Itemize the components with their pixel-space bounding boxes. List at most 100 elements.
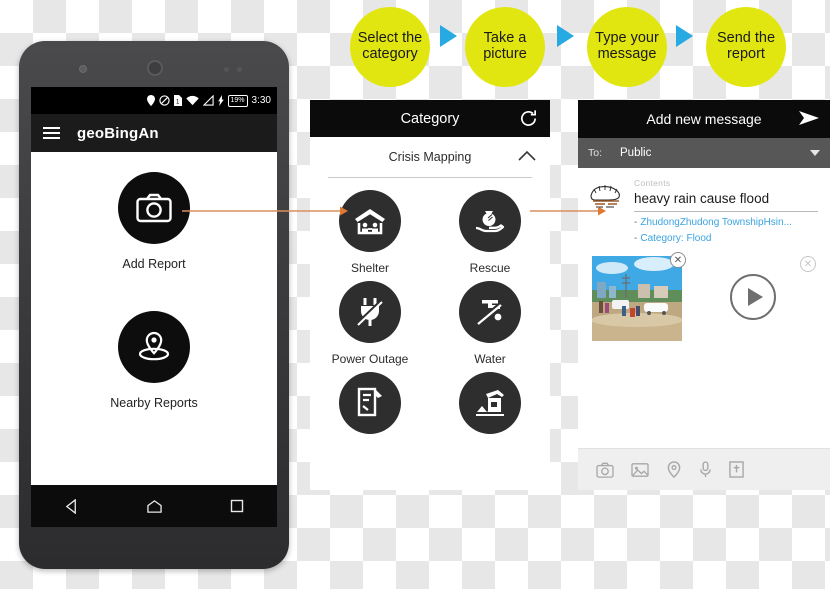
back-triangle-icon[interactable] [64,498,79,514]
status-clock: 3:30 [251,95,271,106]
category-panel: Category Crisis Mapping Shelter Rescue P… [310,100,550,490]
android-nav-bar [31,485,277,527]
connector-arrow-category-to-message [530,206,606,216]
photo-attachment[interactable]: ✕ [592,252,686,341]
play-circle-icon[interactable] [730,274,776,320]
charging-bolt-icon [217,95,224,106]
front-camera-icon [79,65,87,73]
photo-remove-close-icon[interactable]: ✕ [670,252,686,268]
category-item-rescue[interactable]: Rescue [430,190,550,275]
recents-square-icon[interactable] [230,499,244,513]
step-arrow-2 [557,25,574,47]
category-label: Power Outage [331,352,409,366]
home-icon[interactable] [146,499,163,514]
recipient-label: To: [588,147,603,159]
earpiece-speaker-icon [147,60,163,76]
app-title: geoBingAn [77,124,159,142]
nearby-reports-action[interactable]: Nearby Reports [31,311,277,410]
step-circle-1: Select the category [350,7,430,87]
add-report-label: Add Report [122,257,186,271]
add-report-action[interactable]: Add Report [31,172,277,271]
meta-location[interactable]: - ZhudongZhudong TownshipHsin... [634,217,818,228]
camera-icon[interactable] [596,462,614,478]
step-circle-3: Type your message [587,7,667,87]
chevron-down-icon[interactable] [810,150,820,156]
rescue-hand-icon[interactable] [459,190,521,252]
meta-dash: - [634,217,638,228]
damage-report-icon[interactable] [339,372,401,434]
category-group-header[interactable]: Crisis Mapping [310,137,550,177]
category-item-power-outage[interactable]: Power Outage [310,281,430,366]
step-circle-4: Send the report [706,7,786,87]
category-title: Category [400,110,460,127]
category-item-shelter[interactable]: Shelter [310,190,430,275]
microphone-icon[interactable] [699,461,712,478]
connector-arrow-phone-to-category [182,206,348,216]
location-pin-icon [146,95,155,106]
home-screen-body: Add Report Nearby Reports [31,152,277,485]
diagram-canvas: Select the category Take a picture Type … [0,0,830,589]
water-faucet-icon[interactable] [459,281,521,343]
step-3-line2: message [597,46,657,62]
category-item-water[interactable]: Water [430,281,550,366]
meta-category[interactable]: - Category: Flood [634,233,818,244]
category-grid: Shelter Rescue Power Outage Water [310,190,550,443]
send-arrow-icon[interactable] [798,109,820,127]
play-triangle-icon [747,288,763,306]
message-header: Add new message [578,100,830,138]
contents-underline [634,211,818,212]
message-title: Add new message [646,111,762,127]
chevron-up-icon[interactable] [518,150,536,162]
battery-icon: 19% [227,94,248,107]
category-group-label: Crisis Mapping [388,150,472,164]
recipient-selector[interactable]: To: Public [578,138,830,168]
step-circle-2: Take a picture [465,7,545,87]
attach-file-icon[interactable] [729,461,744,478]
hamburger-menu-icon[interactable] [43,127,60,139]
step-arrow-1 [440,25,457,47]
step-3-line1: Type your [595,30,659,47]
app-bar: geoBingAn [31,114,277,152]
category-label: Water [474,352,506,366]
recipient-value: Public [620,147,652,159]
shelter-icon[interactable] [339,190,401,252]
android-status-bar: 1 19% 3:30 [31,87,277,114]
step-4-line1: Send the [716,30,776,47]
power-plug-icon[interactable] [339,281,401,343]
nearby-reports-label: Nearby Reports [110,396,198,410]
signal-icon [202,95,214,106]
collapsed-house-icon[interactable] [459,372,521,434]
refresh-icon[interactable] [519,109,538,128]
do-not-disturb-icon [158,95,170,106]
step-4-line2: report [727,46,765,62]
step-2-line2: picture [483,46,527,62]
audio-attachment[interactable]: ✕ [716,256,816,341]
camera-icon[interactable] [118,172,190,244]
message-panel: Add new message To: Public Contents heav… [578,100,830,490]
phone-device: 1 19% 3:30 geoBingAn Add Report Nearby R… [19,41,289,569]
contents-input-value[interactable]: heavy rain cause flood [634,188,818,211]
meta-dash: - [634,233,638,244]
category-divider [328,177,532,178]
gallery-image-icon[interactable] [631,462,649,478]
category-label: Rescue [469,261,511,275]
meta-location-text: ZhudongZhudong TownshipHsin... [640,217,792,228]
step-2-line1: Take a [483,30,527,47]
contents-field[interactable]: Contents heavy rain cause flood - Zhudong… [634,178,818,244]
category-label: Shelter [350,261,390,275]
flood-photo[interactable] [592,256,682,341]
category-item-collapsed-house[interactable] [430,372,550,443]
category-header: Category [310,100,550,137]
sensor-dot-icon [224,67,229,72]
location-pin-icon[interactable] [666,461,682,478]
message-toolbar [578,448,830,490]
category-item-damage-report[interactable] [310,372,430,443]
message-body: Contents heavy rain cause flood - Zhudong… [578,168,830,244]
location-pin-map-icon[interactable] [118,311,190,383]
audio-remove-close-icon[interactable]: ✕ [800,256,816,272]
step-1-line1: Select the [357,30,423,47]
step-1-line2: category [362,46,418,62]
wifi-icon [185,95,199,106]
sim-card-icon: 1 [173,95,182,106]
step-arrow-3 [676,25,693,47]
